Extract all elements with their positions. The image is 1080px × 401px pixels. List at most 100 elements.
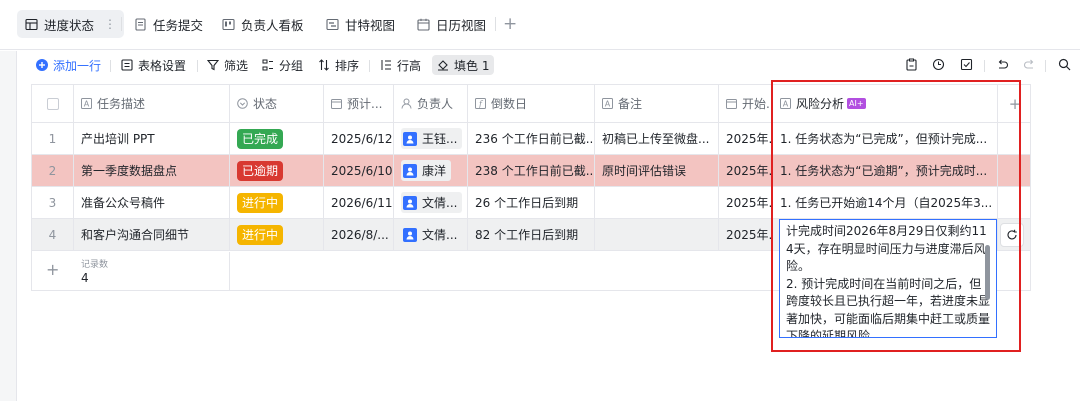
cell-risk-analysis[interactable]: 1. 任务已开始逾14个月（自2025年3... bbox=[773, 187, 998, 219]
row-number[interactable]: 4 bbox=[32, 219, 74, 251]
row-number[interactable]: 1 bbox=[32, 123, 74, 155]
select-all-checkbox[interactable] bbox=[32, 85, 74, 123]
cell-start-date[interactable]: 2025年... bbox=[719, 123, 773, 155]
tab-label: 日历视图 bbox=[436, 17, 487, 33]
group-label: 分组 bbox=[279, 58, 304, 73]
column-header-countdown[interactable]: f 倒数日 bbox=[468, 85, 595, 123]
cell-countdown[interactable]: 26 个工作日后到期 bbox=[468, 187, 595, 219]
risk-analysis-cell-editor[interactable]: 计完成时间2026年8月29日仅剩约114天，存在明显时间压力与进度滞后风险。 … bbox=[779, 219, 997, 338]
add-record-button[interactable]: + bbox=[46, 260, 59, 279]
cell-status[interactable]: 进行中 bbox=[230, 187, 324, 219]
cell-risk-analysis-text: 1. 任务状态为“已逾期”，预计完成时... bbox=[780, 164, 988, 178]
owner-name: 文倩... bbox=[422, 196, 458, 210]
cell-status[interactable]: 进行中 bbox=[230, 219, 324, 251]
column-label: 预计... bbox=[347, 97, 383, 111]
plus-circle-icon bbox=[36, 59, 48, 71]
cell-due-date[interactable]: 2026/6/11 bbox=[324, 187, 394, 219]
cell-owner[interactable]: 王钰... bbox=[394, 123, 468, 155]
cell-note[interactable]: 初稿已上传至微盘... bbox=[595, 123, 719, 155]
fill-color-button[interactable]: 填色 1 bbox=[432, 55, 495, 75]
status-badge: 已完成 bbox=[237, 128, 284, 149]
tab-divider bbox=[495, 17, 496, 31]
filter-button[interactable]: 筛选 bbox=[207, 56, 248, 74]
cell-task[interactable]: 准备公众号稿件 bbox=[74, 187, 230, 219]
cell-owner[interactable]: 文倩... bbox=[394, 219, 468, 251]
table-settings-button[interactable]: 表格设置 bbox=[121, 56, 186, 74]
cell-countdown[interactable]: 238 个工作日前已截... bbox=[468, 155, 595, 187]
editor-scrollbar[interactable] bbox=[985, 245, 990, 300]
add-view-button[interactable]: + bbox=[503, 12, 517, 36]
cell-due-date[interactable]: 2025/6/10 bbox=[324, 155, 394, 187]
cell-note[interactable] bbox=[595, 219, 719, 251]
cell-due-date-text: 2025/6/10 bbox=[331, 163, 393, 178]
column-header-owner[interactable]: 负责人 bbox=[394, 85, 468, 123]
svg-text:A: A bbox=[84, 100, 90, 109]
tab-label: 甘特视图 bbox=[345, 17, 396, 33]
avatar-icon bbox=[403, 227, 417, 242]
add-row-button[interactable]: 添加一行 bbox=[36, 56, 101, 74]
cell-task-text: 第一季度数据盘点 bbox=[81, 164, 178, 178]
row-number-text: 1 bbox=[48, 131, 57, 146]
task-check-icon[interactable] bbox=[958, 56, 974, 72]
column-header-risk-analysis[interactable]: A 风险分析 AI+ bbox=[773, 85, 998, 123]
tab-label: 进度状态 bbox=[44, 17, 95, 33]
tab-gantt-view[interactable]: 甘特视图 bbox=[318, 10, 403, 38]
date-field-icon bbox=[331, 98, 342, 109]
tab-menu-icon[interactable]: ⋮ bbox=[104, 17, 116, 31]
tab-calendar-view[interactable]: 日历视图 bbox=[409, 10, 494, 38]
history-icon[interactable] bbox=[930, 56, 946, 72]
cell-task[interactable]: 产出培训 PPT bbox=[74, 123, 230, 155]
tab-progress-status[interactable]: 进度状态 ⋮ bbox=[17, 10, 125, 38]
sort-button[interactable]: 排序 bbox=[318, 56, 359, 74]
grid-icon bbox=[25, 18, 38, 31]
column-header-due-date[interactable]: 预计... bbox=[324, 85, 394, 123]
column-label: 负责人 bbox=[417, 97, 454, 111]
add-column-button[interactable]: + bbox=[998, 85, 1030, 123]
column-header-note[interactable]: A 备注 bbox=[595, 85, 719, 123]
settings-table-icon bbox=[121, 59, 133, 71]
cell-start-date[interactable]: 2025年... bbox=[719, 187, 773, 219]
row-height-button[interactable]: 行高 bbox=[380, 56, 421, 74]
cell-task[interactable]: 第一季度数据盘点 bbox=[74, 155, 230, 187]
checkbox-icon bbox=[46, 97, 59, 110]
owner-name: 王钰... bbox=[422, 132, 458, 146]
cell-start-date[interactable]: 2025年... bbox=[719, 155, 773, 187]
cell-task[interactable]: 和客户沟通合同细节 bbox=[74, 219, 230, 251]
cell-empty[interactable] bbox=[998, 155, 1030, 187]
cell-note[interactable] bbox=[595, 187, 719, 219]
tab-task-submit[interactable]: 任务提交 bbox=[126, 10, 211, 38]
regenerate-button[interactable] bbox=[1000, 223, 1024, 247]
cell-risk-analysis[interactable]: 1. 任务状态为“已完成”，但预计完成... bbox=[773, 123, 998, 155]
cell-owner[interactable]: 文倩... bbox=[394, 187, 468, 219]
cell-risk-analysis[interactable]: 1. 任务状态为“已逾期”，预计完成时... bbox=[773, 155, 998, 187]
column-header-start-date[interactable]: 开始... bbox=[719, 85, 773, 123]
cell-due-date[interactable]: 2026/8/... bbox=[324, 219, 394, 251]
clipboard-icon[interactable] bbox=[903, 56, 919, 72]
row-number[interactable]: 3 bbox=[32, 187, 74, 219]
toolbar: 添加一行 表格设置 筛选 分组 排序 行高 填色 1 bbox=[17, 51, 1080, 79]
row-number[interactable]: 2 bbox=[32, 155, 74, 187]
toolbar-divider bbox=[369, 60, 370, 72]
column-header-task[interactable]: A 任务描述 bbox=[74, 85, 230, 123]
cell-empty[interactable] bbox=[998, 123, 1030, 155]
status-badge: 已逾期 bbox=[237, 160, 284, 181]
single-select-icon bbox=[237, 98, 248, 109]
cell-start-date[interactable]: 2025年... bbox=[719, 219, 773, 251]
cell-countdown-text: 238 个工作日前已截... bbox=[475, 164, 595, 178]
cell-due-date[interactable]: 2025/6/12 bbox=[324, 123, 394, 155]
owner-chip: 康洋 bbox=[401, 160, 452, 181]
tab-owner-board[interactable]: 负责人看板 bbox=[214, 10, 312, 38]
cell-owner[interactable]: 康洋 bbox=[394, 155, 468, 187]
cell-status[interactable]: 已完成 bbox=[230, 123, 324, 155]
cell-countdown[interactable]: 236 个工作日前已截... bbox=[468, 123, 595, 155]
cell-empty[interactable] bbox=[998, 187, 1030, 219]
column-header-status[interactable]: 状态 bbox=[230, 85, 324, 123]
undo-icon[interactable] bbox=[994, 56, 1010, 72]
cell-status[interactable]: 已逾期 bbox=[230, 155, 324, 187]
search-icon[interactable] bbox=[1056, 56, 1072, 72]
redo-icon[interactable] bbox=[1021, 56, 1037, 72]
cell-note[interactable]: 原时间评估错误 bbox=[595, 155, 719, 187]
row-height-label: 行高 bbox=[397, 58, 422, 73]
cell-countdown[interactable]: 82 个工作日后到期 bbox=[468, 219, 595, 251]
group-button[interactable]: 分组 bbox=[262, 56, 303, 74]
